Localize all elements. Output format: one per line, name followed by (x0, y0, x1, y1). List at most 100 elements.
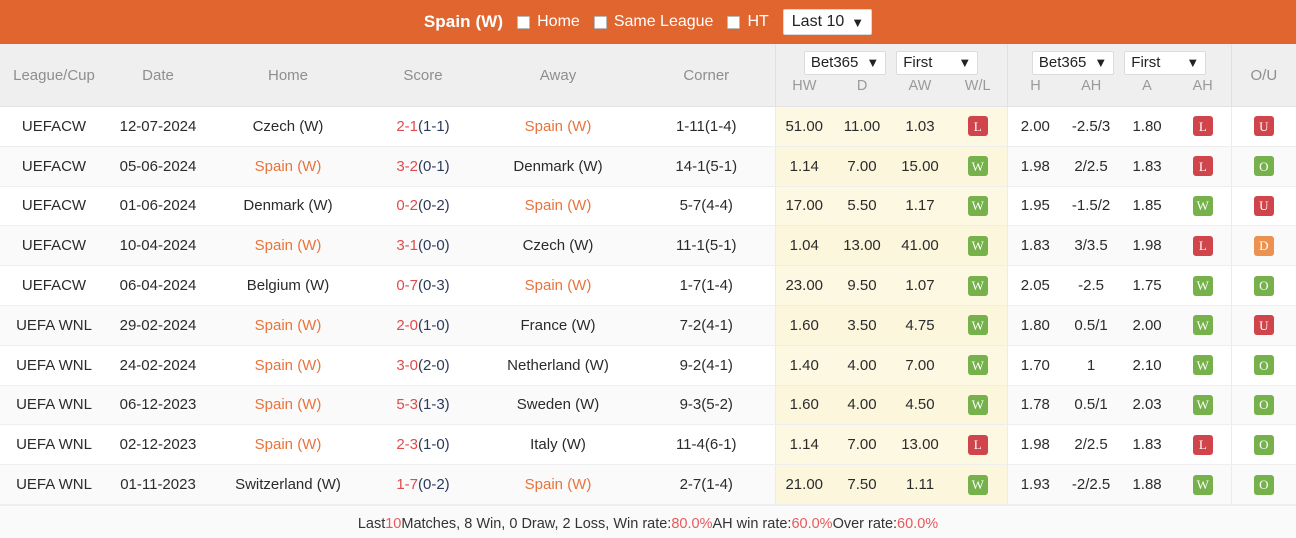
cell-home: Spain (W) (208, 345, 368, 386)
summary-footer: Last 10 Matches, 8 Win, 0 Draw, 2 Loss, … (0, 504, 1296, 538)
cell-result-ah: W (1175, 265, 1232, 306)
cell-score: 2-0(1-0) (368, 305, 478, 346)
cell-odds-ah-line: 0.5/1 (1063, 305, 1120, 346)
status-badge-wl: L (967, 116, 988, 137)
cell-corner: 9-3(5-2) (638, 385, 775, 426)
cell-result-ah: W (1175, 186, 1232, 227)
status-badge-wl: W (967, 315, 988, 336)
table-row[interactable]: UEFACW 10-04-2024 Spain (W) 3-1(0-0) Czech (… (0, 225, 1296, 267)
cell-result-wl: W (949, 225, 1008, 267)
cell-odds-h: 1.83 (1006, 225, 1064, 267)
status-badge-ou: D (1253, 235, 1274, 256)
table-row[interactable]: UEFACW 12-07-2024 Czech (W) 2-1(1-1) Spain (… (0, 106, 1296, 147)
cell-score: 1-7(0-2) (368, 464, 478, 505)
cell-odds-d: 7.00 (833, 146, 891, 187)
cell-result-ah: L (1175, 424, 1232, 466)
status-badge-ou: O (1253, 275, 1274, 296)
cell-date: 01-11-2023 (108, 464, 208, 505)
cell-odds-ah-line: 3/3.5 (1063, 225, 1120, 267)
chevron-down-icon: ▼ (1094, 55, 1108, 70)
col-header-home: Home (208, 44, 368, 107)
period-select-2[interactable]: First ▼ (1124, 50, 1207, 75)
table-row[interactable]: UEFACW 05-06-2024 Spain (W) 3-2(0-1) Denmark… (0, 146, 1296, 187)
status-badge-ah: W (1192, 195, 1213, 216)
status-badge-wl: W (967, 355, 988, 376)
cell-odds-d: 7.50 (833, 464, 891, 505)
cell-odds-h: 1.78 (1006, 385, 1064, 426)
table-row[interactable]: UEFA WNL 24-02-2024 Spain (W) 3-0(2-0) Nethe… (0, 345, 1296, 386)
status-badge-ou: O (1253, 355, 1274, 376)
cell-score: 2-1(1-1) (368, 106, 478, 147)
cell-result-wl: W (949, 385, 1008, 426)
status-badge-ah: W (1192, 394, 1213, 415)
cell-odds-hw: 1.60 (774, 305, 833, 346)
chevron-down-icon: ▼ (958, 55, 972, 70)
filter-same-league[interactable]: Same League (593, 13, 714, 31)
table-row[interactable]: UEFACW 06-04-2024 Belgium (W) 0-7(0-3) Spain… (0, 265, 1296, 306)
cell-odds-h: 1.70 (1006, 345, 1064, 386)
filter-ht[interactable]: HT (727, 13, 769, 31)
cell-home: Czech (W) (208, 106, 368, 147)
table-body: UEFACW 12-07-2024 Czech (W) 2-1(1-1) Spain (… (0, 106, 1296, 505)
status-badge-wl: W (967, 195, 988, 216)
cell-corner: 1-7(1-4) (638, 265, 775, 306)
cell-corner: 2-7(1-4) (638, 464, 775, 505)
status-badge-ah: W (1192, 275, 1213, 296)
status-badge-wl: W (967, 394, 988, 415)
table-row[interactable]: UEFA WNL 02-12-2023 Spain (W) 2-3(1-0) Italy… (0, 424, 1296, 466)
cell-odds-hw: 1.40 (774, 345, 833, 386)
cell-home: Denmark (W) (208, 186, 368, 227)
status-badge-ou: O (1253, 394, 1274, 415)
table-row[interactable]: UEFA WNL 01-11-2023 Switzerland (W) 1-7(0-2… (0, 464, 1296, 505)
status-badge-ah: W (1192, 474, 1213, 495)
filter-home[interactable]: Home (517, 13, 580, 31)
cell-result-ou: O (1230, 385, 1296, 426)
cell-odds-h: 2.05 (1006, 265, 1064, 306)
summary-record: Matches, 8 Win, 0 Draw, 2 Loss, Win rate… (401, 515, 672, 532)
table-row[interactable]: UEFA WNL 29-02-2024 Spain (W) 2-0(1-0) Franc… (0, 305, 1296, 346)
filter-same-league-label: Same League (613, 13, 714, 30)
bookmaker-select-1[interactable]: Bet365 ▼ (803, 50, 887, 75)
range-select[interactable]: Last 10 ▼ (782, 9, 873, 35)
cell-odds-aw: 4.50 (891, 385, 949, 426)
cell-odds-ah-line: 2/2.5 (1063, 146, 1120, 187)
cell-date: 06-04-2024 (108, 265, 208, 306)
cell-odds-ah-line: -2/2.5 (1063, 464, 1120, 505)
cell-league: UEFA WNL (0, 305, 108, 346)
table-header: League/Cup Date Home Score Away Corner B… (0, 44, 1296, 107)
cell-home: Spain (W) (208, 146, 368, 187)
col-header-away: Away (478, 44, 638, 107)
bookmaker-select-2[interactable]: Bet365 ▼ (1031, 50, 1115, 75)
cell-odds-h: 1.98 (1006, 424, 1064, 466)
status-badge-ou: O (1253, 474, 1274, 495)
cell-date: 02-12-2023 (108, 424, 208, 466)
cell-odds-hw: 1.14 (774, 424, 833, 466)
cell-odds-aw: 1.03 (891, 106, 949, 147)
cell-score: 5-3(1-3) (368, 385, 478, 426)
cell-odds-ah-line: -1.5/2 (1063, 186, 1120, 227)
cell-date: 01-06-2024 (108, 186, 208, 227)
sub-header-ah-1: AH (1081, 78, 1102, 94)
cell-league: UEFACW (0, 225, 108, 267)
cell-score: 3-0(2-0) (368, 345, 478, 386)
cell-away: Sweden (W) (478, 385, 638, 426)
cell-away: Czech (W) (478, 225, 638, 267)
cell-result-wl: W (949, 305, 1008, 346)
status-badge-ah: L (1192, 434, 1213, 455)
period-select-1[interactable]: First ▼ (896, 50, 979, 75)
cell-odds-d: 5.50 (833, 186, 891, 227)
cell-score: 2-3(1-0) (368, 424, 478, 466)
checkbox-home[interactable] (517, 15, 531, 29)
cell-result-ah: L (1175, 146, 1232, 187)
cell-result-wl: L (949, 424, 1008, 466)
checkbox-same-league[interactable] (593, 15, 607, 29)
table-row[interactable]: UEFACW 01-06-2024 Denmark (W) 0-2(0-2) Spain… (0, 186, 1296, 227)
filter-home-label: Home (537, 13, 580, 30)
cell-home: Spain (W) (208, 305, 368, 346)
col-header-score: Score (368, 44, 478, 107)
table-row[interactable]: UEFA WNL 06-12-2023 Spain (W) 5-3(1-3) Swede… (0, 385, 1296, 426)
checkbox-ht[interactable] (727, 15, 741, 29)
cell-corner: 9-2(4-1) (638, 345, 775, 386)
cell-odds-aw: 7.00 (891, 345, 949, 386)
cell-away: France (W) (478, 305, 638, 346)
